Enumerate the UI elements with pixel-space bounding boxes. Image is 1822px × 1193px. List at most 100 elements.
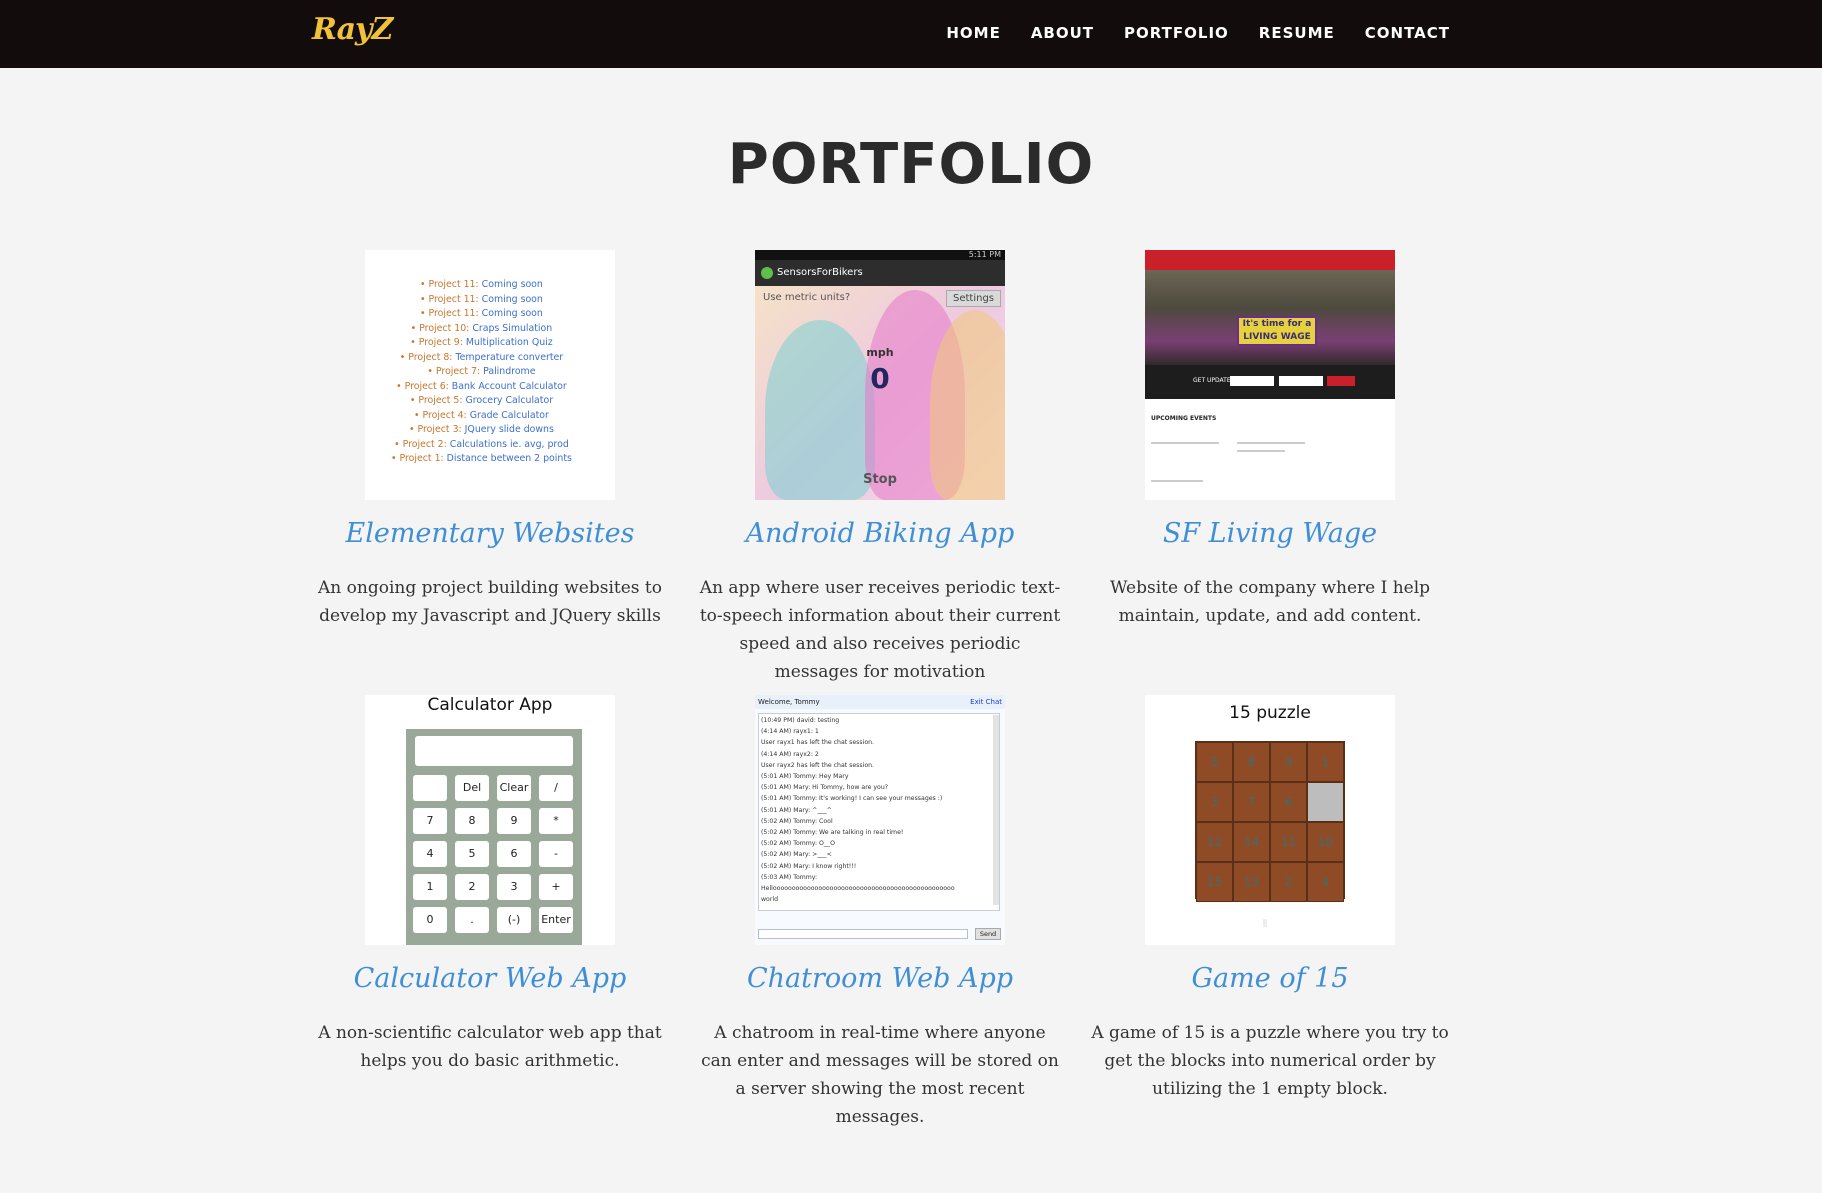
project-title-link[interactable]: Calculator Web App xyxy=(354,963,627,994)
calculator-key: . xyxy=(455,907,489,933)
nav-resume[interactable]: RESUME xyxy=(1259,24,1335,42)
calculator-key: - xyxy=(539,841,573,867)
nav-contact[interactable]: CONTACT xyxy=(1365,24,1450,42)
project-card-elementary-websites: • Project 11: Coming soon • Project 11: C… xyxy=(308,250,672,630)
calculator-display xyxy=(415,736,573,766)
event-line xyxy=(1237,442,1305,444)
project-card-sf-living-wage: It's time for a LIVING WAGE GET UPDATES … xyxy=(1088,250,1452,630)
chat-message: (5:02 AM) Mary: >___< xyxy=(761,851,832,859)
chat-message: Helloooooooooooooooooooooooooooooooooooo… xyxy=(761,885,955,893)
exit-chat-link: Exit Chat xyxy=(970,698,1002,706)
settings-button: Settings xyxy=(945,290,1001,307)
nav-portfolio[interactable]: PORTFOLIO xyxy=(1124,24,1229,42)
chat-message: (5:02 AM) Tommy: Cool xyxy=(761,817,833,825)
project-title: Android Biking App xyxy=(698,516,1062,552)
chat-welcome: Welcome, Tommy xyxy=(755,695,1005,709)
metric-checkbox-label: Use metric units? xyxy=(763,292,851,303)
project-title: Calculator Web App xyxy=(308,961,672,997)
chat-message: User rayx1 has left the chat session. xyxy=(761,739,875,747)
calculator-key: 0 xyxy=(413,907,447,933)
calculator-key: 9 xyxy=(497,808,531,834)
puzzle-tile: 15 xyxy=(1196,862,1233,902)
phone-status-bar: 5:11 PM xyxy=(755,250,1005,260)
project-list-item: • Project 7: Palindrome xyxy=(427,366,536,377)
project-card-calculator-web-app: Calculator App Del Clear / 7 8 9 * 4 5 6- 1 2 3 +0. (-… xyxy=(308,695,672,1075)
upcoming-events-heading: UPCOMING EVENTS xyxy=(1151,415,1217,422)
event-line xyxy=(1151,442,1219,444)
calculator-key: 6 xyxy=(497,841,531,867)
project-title-link[interactable]: Chatroom Web App xyxy=(747,963,1013,994)
puzzle-tile: 1 xyxy=(1307,742,1344,782)
puzzle-tile: 12 xyxy=(1196,822,1233,862)
project-description: An ongoing project building websites to … xyxy=(318,578,662,626)
project-list-item: • Project 8: Temperature converter xyxy=(399,351,564,363)
calculator-key: 7 xyxy=(413,808,447,834)
nav-menu: HOME ABOUT PORTFOLIO RESUME CONTACT xyxy=(946,24,1450,42)
calculator-title: Calculator App xyxy=(427,695,553,715)
speed-unit: mph xyxy=(866,346,894,359)
project-title: Game of 15 xyxy=(1088,961,1452,997)
project-thumbnail[interactable]: It's time for a LIVING WAGE GET UPDATES … xyxy=(1145,250,1395,500)
project-thumbnail[interactable]: • Project 11: Coming soon • Project 11: C… xyxy=(365,250,615,500)
puzzle-tile: 6 xyxy=(1270,782,1307,822)
puzzle-board: 5 8 9 1 3 7 6 12 14 11 10 15 13 2 4 xyxy=(1195,741,1345,902)
chat-message: (5:01 AM) Tommy: Hey Mary xyxy=(761,773,849,781)
project-list: • Project 11: Coming soon • Project 11: C… xyxy=(391,278,572,467)
calculator-body: Del Clear / 7 8 9 * 4 5 6- 1 2 3 +0. (-) Enter xyxy=(406,729,582,945)
project-thumbnail[interactable]: Calculator App Del Clear / 7 8 9 * 4 5 6- 1 2 3 +0. (-… xyxy=(365,695,615,945)
chat-message: (5:02 AM) Tommy: We are talking in real … xyxy=(761,829,904,837)
send-button: Send xyxy=(975,928,1001,940)
calculator-key: Clear xyxy=(497,775,531,801)
puzzle-tile: 14 xyxy=(1233,822,1270,862)
calculator-key: 2 xyxy=(455,874,489,900)
project-list-item: • Project 10: Craps Simulation xyxy=(410,322,553,334)
chat-message: (4:14 AM) rayx1: 1 xyxy=(761,728,819,736)
puzzle-tile: 3 xyxy=(1196,782,1233,822)
logo[interactable]: RayZ xyxy=(312,12,393,47)
project-description: A non-scientific calculator web app that… xyxy=(318,1023,662,1071)
site-header-bar xyxy=(1145,250,1395,270)
project-title: SF Living Wage xyxy=(1088,516,1452,552)
nav-home[interactable]: HOME xyxy=(946,24,1000,42)
chat-message: world xyxy=(761,896,779,904)
form-submit xyxy=(1327,376,1355,386)
puzzle-tile: 13 xyxy=(1233,862,1270,902)
project-list-item: • Project 11: Coming soon xyxy=(420,293,543,305)
project-list-item: • Project 3: JQuery slide downs xyxy=(409,424,554,435)
stop-button: Stop xyxy=(863,472,897,487)
project-thumbnail[interactable]: 5:11 PM SensorsForBikers Use metric unit… xyxy=(755,250,1005,500)
form-field xyxy=(1230,376,1274,386)
project-list-item: • Project 1: Distance between 2 points xyxy=(391,453,572,464)
puzzle-tile: 5 xyxy=(1196,742,1233,782)
puzzle-tile: 4 xyxy=(1307,862,1344,902)
project-card-chatroom-web-app: Welcome, Tommy Exit Chat (10:49 PM) davi… xyxy=(698,695,1062,1131)
project-thumbnail[interactable]: 15 puzzle 589137612141110151324 ​ xyxy=(1145,695,1395,945)
top-nav: RayZ HOME ABOUT PORTFOLIO RESUME CONTACT xyxy=(0,0,1822,68)
calculator-key xyxy=(413,775,447,801)
project-title-link[interactable]: Game of 15 xyxy=(1191,963,1348,994)
calculator-key: 5 xyxy=(455,841,489,867)
calculator-keys: Del Clear / 7 8 9 * 4 5 6- 1 2 3 +0. (-) Enter xyxy=(413,775,573,933)
puzzle-tile: 9 xyxy=(1270,742,1307,782)
event-line xyxy=(1237,450,1285,452)
puzzle-tile: 10 xyxy=(1307,822,1344,862)
project-thumbnail[interactable]: Welcome, Tommy Exit Chat (10:49 PM) davi… xyxy=(755,695,1005,945)
chat-message: (5:01 AM) Tommy: It's working! I can see… xyxy=(761,795,943,803)
calculator-key: + xyxy=(539,874,573,900)
speed-value: 0 xyxy=(870,362,890,395)
chat-message: (5:03 AM) Tommy: xyxy=(761,873,818,881)
project-title-link[interactable]: SF Living Wage xyxy=(1163,518,1377,549)
nav-about[interactable]: ABOUT xyxy=(1031,24,1094,42)
project-card-android-biking-app: 5:11 PM SensorsForBikers Use metric unit… xyxy=(698,250,1062,686)
chat-message: User rayx2 has left the chat session. xyxy=(761,761,875,769)
project-title: Elementary Websites xyxy=(308,516,672,552)
calculator-key: 4 xyxy=(413,841,447,867)
project-title-link[interactable]: Elementary Websites xyxy=(346,518,635,549)
puzzle-title: 15 puzzle xyxy=(1229,703,1311,723)
project-title-link[interactable]: Android Biking App xyxy=(746,518,1015,549)
event-line xyxy=(1151,480,1203,482)
get-updates-label: GET UPDATES xyxy=(1193,377,1235,384)
project-description: A game of 15 is a puzzle where you try t… xyxy=(1091,1023,1449,1099)
calculator-key: * xyxy=(539,808,573,834)
chat-message: (10:49 PM) david: testing xyxy=(761,717,840,724)
